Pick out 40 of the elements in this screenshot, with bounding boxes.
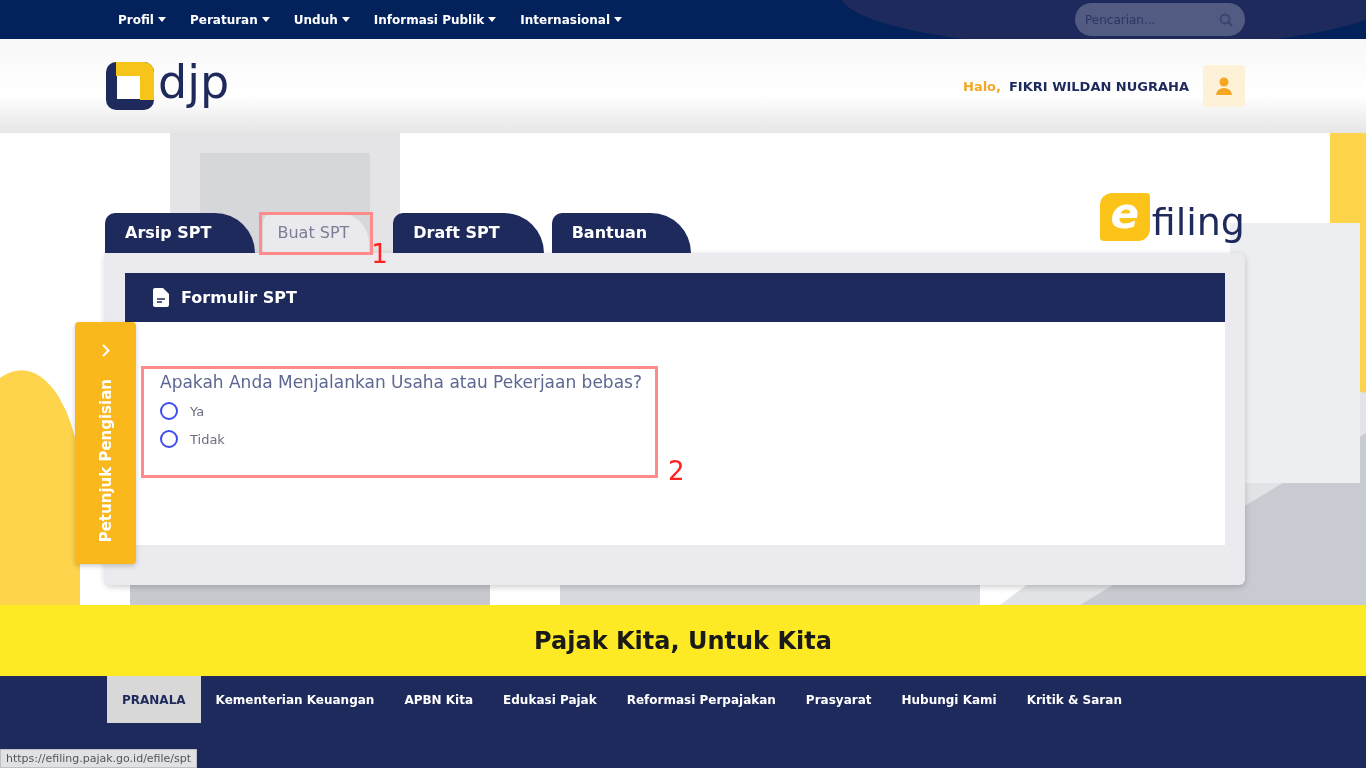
nav-menu-item[interactable]: Informasi Publik <box>365 12 505 27</box>
annotation-number: 2 <box>667 458 685 484</box>
nav-menu-item[interactable]: Unduh <box>285 12 358 27</box>
caret-icon <box>157 17 166 22</box>
tab[interactable]: Bantuan <box>551 213 692 253</box>
caret-icon <box>341 17 350 22</box>
nav-menu-item[interactable]: Internasional <box>512 12 630 27</box>
question-text: Apakah Anda Menjalankan Usaha atau Pekerjaan bebas? <box>160 372 642 392</box>
search-icon <box>1219 13 1233 27</box>
footer-link[interactable]: Reformasi Perpajakan <box>611 676 791 723</box>
user-icon <box>1216 77 1232 95</box>
logo-mark: e <box>1099 193 1150 241</box>
chevron-right-icon <box>101 344 110 357</box>
caret-icon <box>614 17 622 22</box>
radio-button[interactable] <box>160 402 178 420</box>
footer-link[interactable]: APBN Kita <box>389 676 489 723</box>
footer-link[interactable]: Kritik & Saran <box>1011 676 1137 723</box>
caret-icon <box>261 17 270 22</box>
greeting: Halo, <box>963 78 1001 94</box>
annotation-number: 1 <box>371 241 388 267</box>
panel-title: Formulir SPT <box>181 288 297 307</box>
footer-link[interactable]: Hubungi Kami <box>886 676 1012 723</box>
banner-slogan: Pajak Kita, Untuk Kita <box>534 626 832 655</box>
caret-icon <box>488 17 497 22</box>
nav-menu-item[interactable]: Peraturan <box>181 12 278 27</box>
tab[interactable]: Arsip SPT <box>105 213 256 253</box>
status-url: https://efiling.pajak.go.id/efile/spt <box>0 749 198 768</box>
radio-button[interactable] <box>160 430 178 448</box>
footer-link[interactable]: Prasyarat <box>790 676 887 723</box>
logo-text: filing <box>1151 203 1245 241</box>
nav-menu-item[interactable]: Profil <box>110 12 174 27</box>
option-label: Ya <box>190 403 205 419</box>
footer-link[interactable]: Kementerian Keuangan <box>200 676 390 723</box>
user-name: FIKRI WILDAN NUGRAHA <box>1009 78 1189 94</box>
document-icon <box>153 288 169 307</box>
footer-link[interactable]: PRANALA <box>107 676 201 723</box>
logo-icon <box>106 62 154 110</box>
footer-link[interactable]: Edukasi Pajak <box>488 676 612 723</box>
tab[interactable]: Draft SPT <box>393 213 544 253</box>
option-label: Tidak <box>190 431 225 447</box>
